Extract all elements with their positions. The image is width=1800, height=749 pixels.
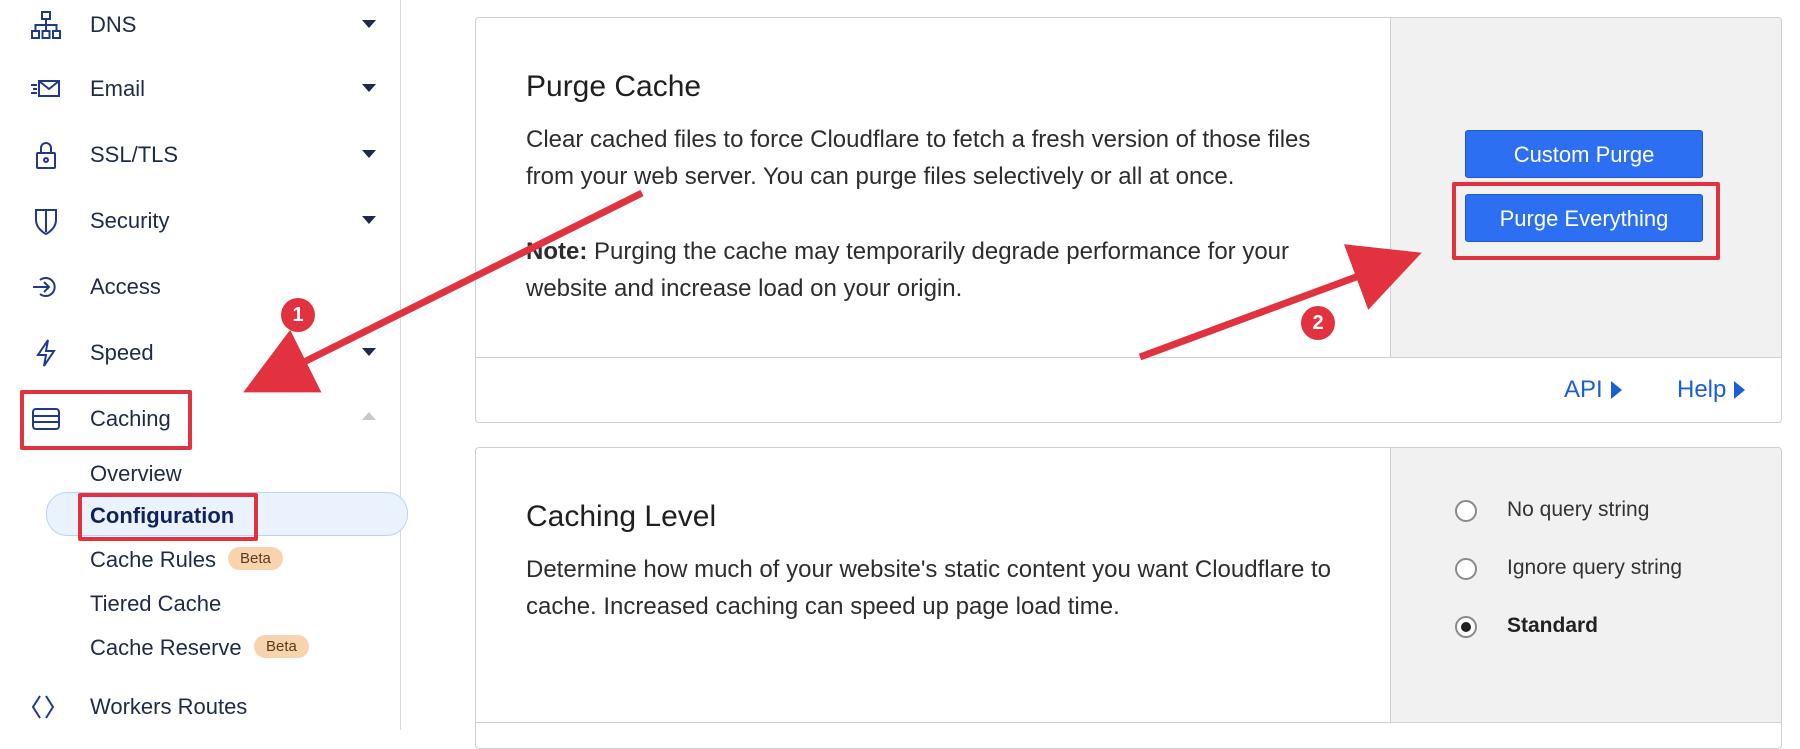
lock-icon [30, 139, 62, 171]
chevron-up-icon[interactable] [362, 412, 376, 420]
chevron-down-icon[interactable] [362, 84, 376, 92]
caching-level-options-panel [1390, 448, 1781, 722]
sidebar-item-dns[interactable]: DNS [0, 0, 400, 50]
subnav-item-cache-rules[interactable]: Cache Rules [90, 547, 216, 573]
note-label: Note: [526, 238, 588, 265]
sidebar-item-speed[interactable]: Speed [0, 328, 400, 378]
sidebar-item-email[interactable]: Email [0, 64, 400, 114]
email-icon [30, 73, 62, 105]
api-link-label: API [1564, 376, 1603, 403]
radio-button-selected[interactable] [1455, 616, 1477, 638]
card-divider [476, 357, 1781, 358]
purge-cache-note: Note: Purging the cache may temporarily … [526, 233, 1346, 307]
sidebar-item-ssl-tls[interactable]: SSL/TLS [0, 130, 400, 180]
workers-icon [30, 691, 62, 723]
caching-level-description: Determine how much of your website's sta… [526, 556, 1331, 620]
access-icon [30, 271, 62, 303]
sidebar-item-workers-routes[interactable]: Workers Routes [0, 682, 400, 732]
caching-level-title: Caching Level [526, 500, 717, 533]
caching-highlight-box [20, 390, 192, 450]
chevron-down-icon[interactable] [362, 348, 376, 356]
sidebar-item-security[interactable]: Security [0, 196, 400, 246]
custom-purge-button[interactable]: Custom Purge [1465, 130, 1703, 178]
purge-cache-description: Clear cached files to force Cloudflare t… [526, 126, 1311, 190]
chevron-down-icon[interactable] [362, 216, 376, 224]
purge-everything-highlight-box [1452, 182, 1720, 260]
purge-cache-title: Purge Cache [526, 70, 702, 103]
help-link-label: Help [1677, 376, 1727, 403]
subnav-item-tiered-cache[interactable]: Tiered Cache [90, 591, 221, 617]
sidebar-item-access[interactable]: Access [0, 262, 400, 312]
caret-right-icon [1734, 381, 1746, 399]
sidebar-item-label: Workers Routes [90, 694, 248, 719]
configuration-highlight-box [78, 493, 258, 541]
subnav-item-cache-reserve[interactable]: Cache Reserve [90, 635, 242, 661]
sidebar-item-label: Email [90, 76, 146, 101]
sitemap-icon [30, 9, 62, 41]
radio-label: Ignore query string [1507, 556, 1683, 579]
sidebar: DNS Email SSL/TLS Security Access Speed … [0, 0, 408, 732]
caching-level-card: Caching Level Determine how much of your… [475, 447, 1782, 749]
chevron-down-icon[interactable] [362, 20, 376, 28]
shield-icon [30, 205, 62, 237]
chevron-down-icon[interactable] [362, 150, 376, 158]
radio-label: No query string [1507, 498, 1650, 521]
card-divider [476, 722, 1781, 723]
caret-right-icon [1610, 381, 1622, 399]
api-link[interactable]: API [1564, 376, 1622, 404]
beta-badge: Beta [254, 635, 309, 658]
sidebar-item-label: Speed [90, 340, 154, 365]
note-text: Purging the cache may temporarily degrad… [526, 238, 1290, 302]
radio-button[interactable] [1455, 558, 1477, 580]
help-link[interactable]: Help [1677, 376, 1746, 404]
beta-badge: Beta [228, 547, 283, 570]
sidebar-item-label: Access [90, 274, 161, 299]
sidebar-item-label: DNS [90, 12, 137, 37]
lightning-icon [30, 337, 62, 369]
sidebar-item-label: Security [90, 208, 170, 233]
sidebar-item-label: SSL/TLS [90, 142, 179, 167]
step-badge-1: 1 [281, 298, 315, 332]
step-badge-2: 2 [1301, 306, 1335, 340]
subnav-item-overview[interactable]: Overview [90, 461, 182, 487]
radio-button[interactable] [1455, 500, 1477, 522]
radio-label: Standard [1507, 614, 1599, 637]
